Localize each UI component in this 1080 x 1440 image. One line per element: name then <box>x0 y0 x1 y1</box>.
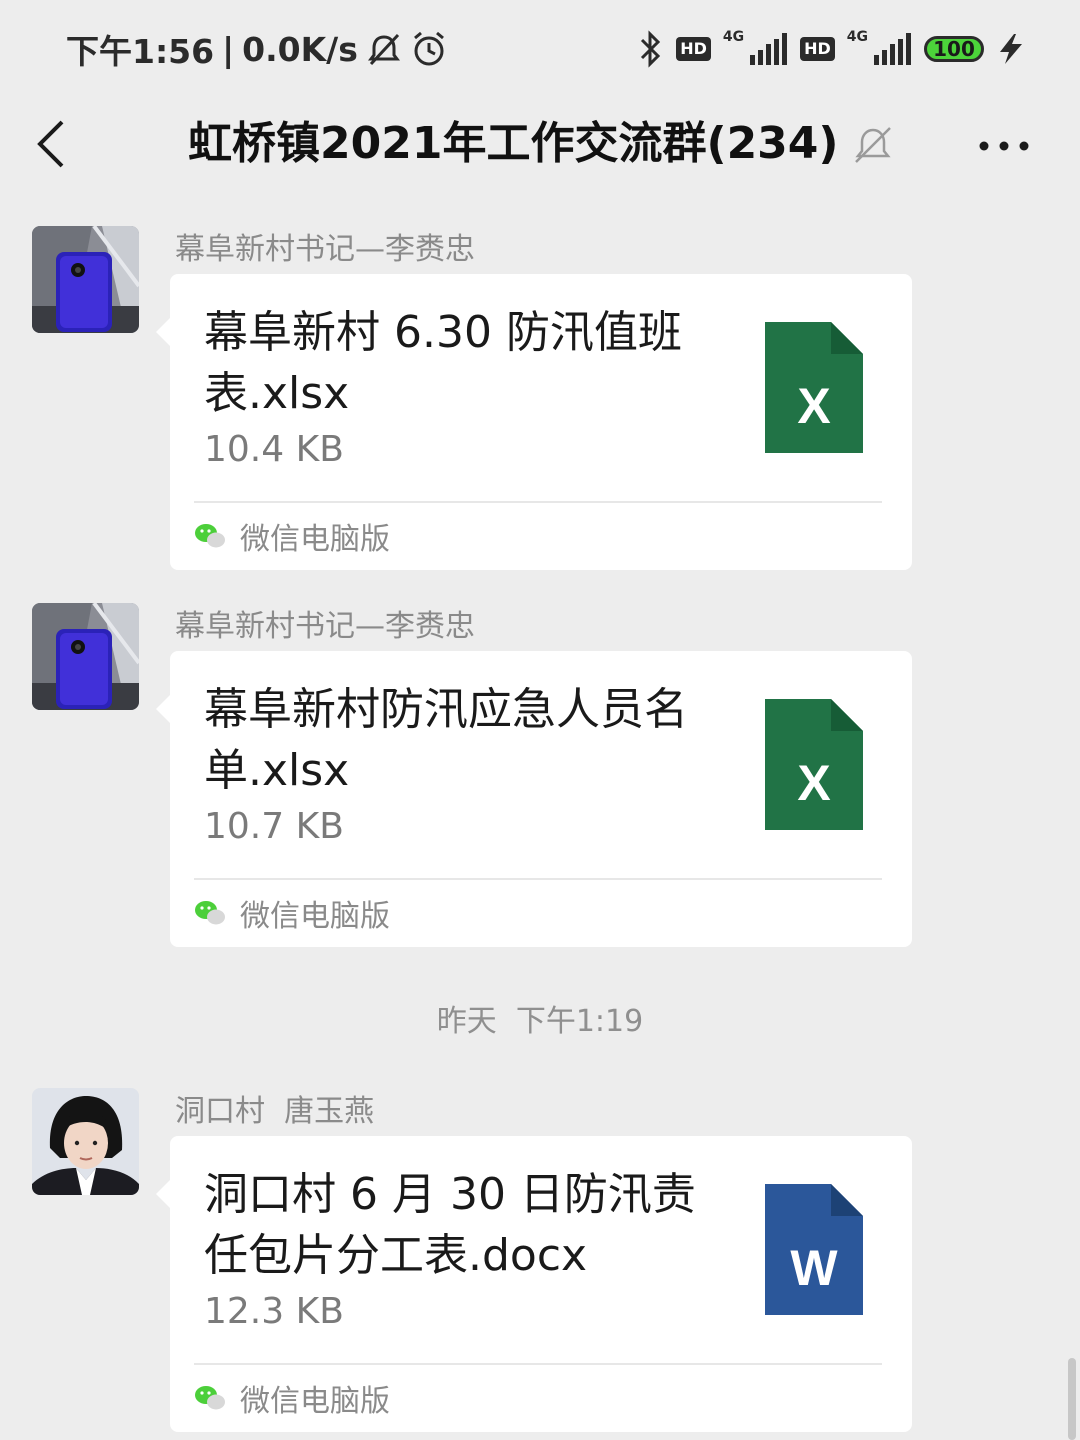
word-file-icon: W <box>765 1184 863 1315</box>
divider <box>194 1363 882 1365</box>
file-name: 洞口村 6 月 30 日防汛责任包片分工表.docx <box>204 1169 696 1281</box>
file-size: 10.4 KB <box>204 429 344 470</box>
source-label: 微信电脑版 <box>240 522 390 557</box>
excel-file-icon: X <box>765 322 863 453</box>
file-name: 幕阜新村防汛应急人员名单.xlsx <box>204 684 688 796</box>
status-right: HD 4G HD 4G 100 <box>638 26 1026 72</box>
hd-badge: HD <box>800 37 835 61</box>
signal-strength-icon <box>750 33 788 65</box>
status-bar: 下午1:56 | 0.0K/s HD 4G HD 4G 100 <box>0 0 1080 96</box>
back-icon[interactable] <box>30 116 80 176</box>
more-options-icon[interactable] <box>972 126 1036 166</box>
file-message-bubble[interactable]: 洞口村 6 月 30 日防汛责任包片分工表.docx 12.3 KB W 微信电… <box>156 1136 912 1432</box>
file-message-bubble[interactable]: 幕阜新村 6.30 防汛值班表.xlsx 10.4 KB X 微信电脑版 <box>156 274 912 570</box>
avatar[interactable] <box>32 603 139 710</box>
file-icon-letter: X <box>797 755 830 811</box>
network-type-label: 4G <box>846 29 868 45</box>
wechat-icon <box>195 901 225 925</box>
chat-screen: 下午1:56 | 0.0K/s HD 4G HD 4G 100 虹桥镇2021年… <box>0 0 1080 1440</box>
scrollbar[interactable] <box>1068 1358 1076 1440</box>
sender-name: 幕阜新村书记—李赉忠 <box>175 609 475 644</box>
source-row: 微信电脑版 <box>194 514 390 558</box>
signal-strength-icon <box>874 33 911 65</box>
file-message-bubble[interactable]: 幕阜新村防汛应急人员名单.xlsx 10.7 KB X 微信电脑版 <box>156 651 912 947</box>
avatar[interactable] <box>32 1088 139 1195</box>
hd-badge: HD <box>676 37 711 61</box>
network-type-label: 4G <box>722 29 745 45</box>
source-row: 微信电脑版 <box>194 1376 390 1420</box>
avatar[interactable] <box>32 226 139 333</box>
network-speed: 0.0K/s <box>242 29 358 69</box>
status-time: 下午1:56 <box>66 32 215 71</box>
alarm-clock-icon <box>413 31 444 66</box>
status-left: 下午1:56 | 0.0K/s <box>66 26 448 72</box>
wechat-icon <box>195 524 225 548</box>
charging-icon <box>1000 34 1022 64</box>
sender-name: 幕阜新村书记—李赉忠 <box>175 232 475 267</box>
source-label: 微信电脑版 <box>240 899 390 934</box>
wechat-icon <box>195 1386 225 1410</box>
battery-indicator: 100 <box>924 36 984 62</box>
file-size: 10.7 KB <box>204 806 344 847</box>
file-icon-letter: W <box>790 1240 838 1296</box>
source-label: 微信电脑版 <box>240 1384 390 1419</box>
divider <box>194 501 882 503</box>
page-title: 虹桥镇2021年工作交流群(234) <box>188 118 839 169</box>
excel-file-icon: X <box>765 699 863 830</box>
divider <box>194 878 882 880</box>
bluetooth-icon <box>641 30 661 68</box>
chat-timestamp: 昨天 下午1:19 <box>436 1004 644 1039</box>
status-separator: | <box>222 29 235 69</box>
alarm-off-icon <box>367 33 400 66</box>
file-size: 12.3 KB <box>204 1291 344 1332</box>
source-row: 微信电脑版 <box>194 891 390 935</box>
mute-bell-icon <box>855 127 891 163</box>
file-name: 幕阜新村 6.30 防汛值班表.xlsx <box>204 307 682 419</box>
sender-name: 洞口村 唐玉燕 <box>175 1094 375 1129</box>
file-icon-letter: X <box>797 378 830 434</box>
title-bar: 虹桥镇2021年工作交流群(234) <box>0 96 1080 200</box>
